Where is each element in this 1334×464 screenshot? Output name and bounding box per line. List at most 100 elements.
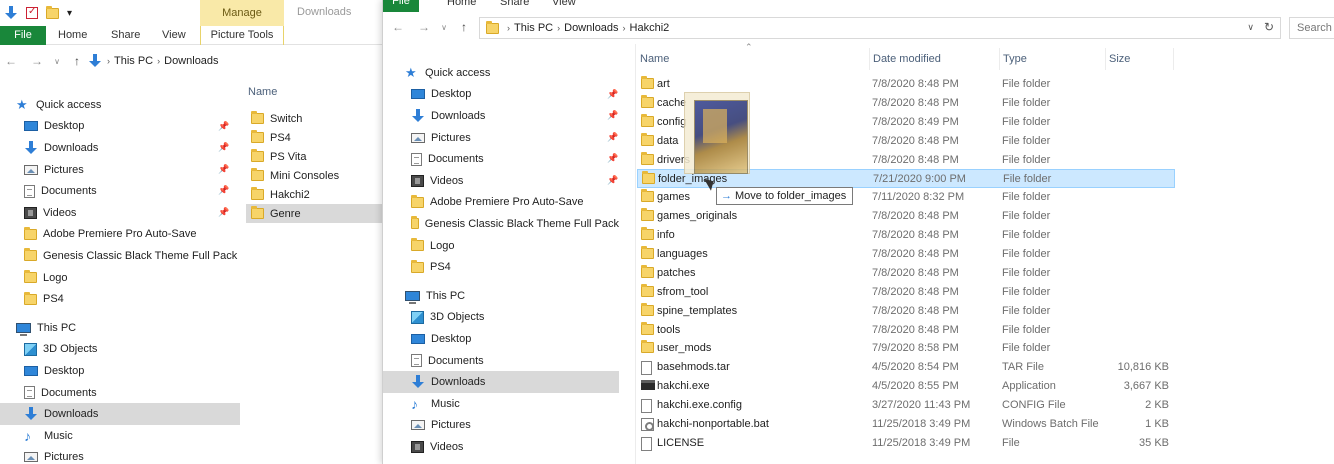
list-item[interactable]: Genre (246, 204, 382, 223)
column-header-name[interactable]: Name (637, 48, 870, 70)
column-header-size[interactable]: Size (1106, 48, 1174, 70)
nav-item-genesis-theme[interactable]: Genesis Classic Black Theme Full Pack (383, 213, 619, 235)
column-header-name[interactable]: Name (246, 82, 382, 102)
nav-quick-access[interactable]: ★ Quick access (383, 62, 619, 84)
recent-locations-icon[interactable]: ∨ (50, 57, 64, 66)
nav-item-music[interactable]: ♪ Music (0, 425, 240, 447)
nav-item-3d-objects[interactable]: 3D Objects (0, 339, 240, 361)
forward-arrow-icon[interactable]: → (30, 54, 44, 68)
address-bar[interactable]: › This PC › Downloads › Hakchi2 ∨ ↻ (479, 17, 1281, 39)
nav-this-pc[interactable]: This PC (383, 285, 619, 307)
nav-item-adobe-premiere[interactable]: Adobe Premiere Pro Auto-Save (383, 192, 619, 214)
nav-quick-access[interactable]: ★ Quick access (0, 94, 240, 116)
breadcrumb-separator-icon: › (557, 23, 561, 33)
file-row[interactable]: user_mods 7/9/2020 8:58 PM File folder (637, 339, 1174, 358)
properties-check-icon[interactable] (26, 6, 38, 19)
nav-item-downloads[interactable]: Downloads 📌 (383, 105, 619, 127)
file-tab[interactable]: File (383, 0, 419, 12)
file-row[interactable]: games_originals 7/8/2020 8:48 PM File fold… (637, 207, 1174, 226)
file-row[interactable]: basehmods.tar 4/5/2020 8:54 PM TAR File 10,… (637, 358, 1174, 377)
list-item[interactable]: PS4 (246, 128, 382, 147)
nav-item-pictures[interactable]: Pictures (0, 447, 240, 464)
tab-home[interactable]: Home (58, 26, 87, 45)
file-row[interactable]: spine_templates 7/8/2020 8:48 PM File fold… (637, 302, 1174, 321)
list-item[interactable]: PS Vita (246, 147, 382, 166)
nav-item-documents[interactable]: Documents (0, 382, 240, 404)
file-icon (641, 436, 652, 451)
breadcrumb-downloads[interactable]: Downloads (164, 55, 218, 67)
nav-item-ps4[interactable]: PS4 (383, 256, 619, 278)
file-tab[interactable]: File (0, 26, 46, 45)
refresh-icon[interactable]: ↻ (1264, 20, 1274, 34)
nav-item-desktop[interactable]: Desktop 📌 (383, 84, 619, 106)
nav-item-logo[interactable]: Logo (0, 267, 240, 289)
forward-arrow-icon[interactable]: → (417, 20, 431, 34)
file-type: CONFIG File (1002, 399, 1066, 412)
3d-objects-icon (411, 310, 424, 324)
file-type: File folder (1002, 153, 1051, 166)
file-row[interactable]: hakchi-nonportable.bat 11/25/2018 3:49 PM… (637, 415, 1174, 434)
customize-toolbar-icon[interactable]: ▾ (67, 8, 72, 19)
column-header-date-modified[interactable]: Date modified (870, 48, 1000, 70)
nav-item-pictures[interactable]: Pictures 📌 (383, 127, 619, 149)
nav-item-videos[interactable]: Videos 📌 (383, 170, 619, 192)
nav-item-adobe-premiere[interactable]: Adobe Premiere Pro Auto-Save (0, 224, 240, 246)
tab-picture-tools[interactable]: Picture Tools (200, 26, 284, 45)
nav-item-genesis-theme[interactable]: Genesis Classic Black Theme Full Pack (0, 245, 240, 267)
nav-item-pictures[interactable]: Pictures 📌 (0, 159, 240, 181)
file-row[interactable]: LICENSE 11/25/2018 3:49 PM File 35 KB (637, 434, 1174, 453)
nav-item-videos[interactable]: Videos (383, 436, 619, 458)
tab-share[interactable]: Share (500, 0, 529, 8)
list-item[interactable]: Switch (246, 109, 382, 128)
file-row[interactable]: patches 7/8/2020 8:48 PM File folder (637, 264, 1174, 283)
nav-item-downloads[interactable]: Downloads 📌 (0, 137, 240, 159)
nav-item-documents[interactable]: Documents 📌 (0, 180, 240, 202)
up-arrow-icon[interactable]: ↑ (70, 54, 84, 68)
breadcrumb-hakchi2[interactable]: Hakchi2 (630, 22, 670, 34)
tab-share[interactable]: Share (111, 26, 140, 45)
list-item[interactable]: Mini Consoles (246, 166, 382, 185)
nav-item-ps4[interactable]: PS4 (0, 288, 240, 310)
nav-item-downloads[interactable]: Downloads (383, 371, 619, 393)
nav-item-videos[interactable]: Videos 📌 (0, 202, 240, 224)
nav-item-logo[interactable]: Logo (383, 235, 619, 257)
column-header-type[interactable]: Type (1000, 48, 1106, 70)
nav-item-downloads[interactable]: Downloads (0, 403, 240, 425)
breadcrumb-this-pc[interactable]: This PC (514, 22, 553, 34)
nav-item-desktop[interactable]: Desktop (383, 328, 619, 350)
file-row[interactable]: info 7/8/2020 8:48 PM File folder (637, 226, 1174, 245)
file-row[interactable]: sfrom_tool 7/8/2020 8:48 PM File folder (637, 283, 1174, 302)
list-item[interactable]: Hakchi2 (246, 185, 382, 204)
nav-this-pc[interactable]: This PC (0, 317, 240, 339)
breadcrumb-downloads[interactable]: Downloads (564, 22, 618, 34)
new-folder-icon[interactable] (46, 5, 59, 19)
nav-item-desktop[interactable]: Desktop 📌 (0, 116, 240, 138)
up-arrow-icon[interactable]: ↑ (457, 20, 471, 34)
nav-item-desktop[interactable]: Desktop (0, 360, 240, 382)
pane-divider[interactable] (635, 44, 636, 464)
search-input[interactable]: Search (1289, 17, 1334, 39)
recent-locations-icon[interactable]: ∨ (437, 23, 451, 32)
nav-item-documents[interactable]: Documents (383, 350, 619, 372)
downloads-icon[interactable] (4, 6, 18, 20)
back-arrow-icon[interactable]: ← (4, 54, 18, 68)
pin-icon: 📌 (218, 163, 230, 174)
file-row[interactable]: languages 7/8/2020 8:48 PM File folder (637, 245, 1174, 264)
address-dropdown-icon[interactable]: ∨ (1247, 22, 1254, 33)
file-row[interactable]: tools 7/8/2020 8:48 PM File folder (637, 321, 1174, 340)
nav-item-documents[interactable]: Documents 📌 (383, 148, 619, 170)
file-row[interactable]: hakchi.exe 4/5/2020 8:55 PM Application 3,6… (637, 377, 1174, 396)
tab-home[interactable]: Home (447, 0, 476, 8)
nav-item-pictures[interactable]: Pictures (383, 415, 619, 437)
manage-tab[interactable]: Manage (200, 0, 284, 26)
file-size: 3,667 KB (1123, 380, 1169, 393)
nav-item-music[interactable]: ♪ Music (383, 393, 619, 415)
tab-view[interactable]: View (162, 26, 186, 45)
tab-view[interactable]: View (552, 0, 576, 8)
address-bar[interactable]: ← → ∨ ↑ › This PC › Downloads (0, 50, 382, 72)
pin-icon: 📌 (607, 88, 619, 99)
back-arrow-icon[interactable]: ← (391, 20, 405, 34)
file-row[interactable]: hakchi.exe.config 3/27/2020 11:43 PM CONFI… (637, 396, 1174, 415)
breadcrumb-this-pc[interactable]: This PC (114, 55, 153, 67)
nav-item-3d-objects[interactable]: 3D Objects (383, 307, 619, 329)
